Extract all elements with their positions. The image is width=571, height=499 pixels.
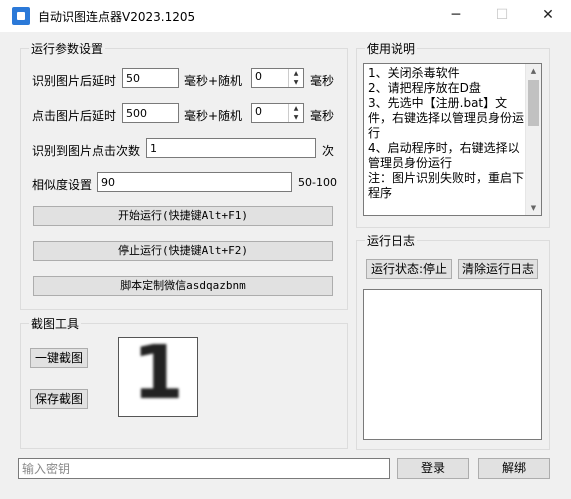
recog-delay-label: 识别图片后延时 bbox=[32, 74, 117, 88]
click-delay-input[interactable]: 500 bbox=[122, 103, 179, 123]
click-count-input[interactable]: 1 bbox=[146, 138, 316, 158]
window-title: 自动识图连点器V2023.1205 bbox=[38, 10, 196, 24]
params-legend: 运行参数设置 bbox=[31, 42, 104, 56]
click-count-label: 识别到图片点击次数 bbox=[32, 144, 141, 158]
ms-label: 毫秒 bbox=[310, 109, 335, 123]
ms-random-label: 毫秒+随机 bbox=[184, 74, 243, 88]
spin-up-icon[interactable]: ▲ bbox=[289, 104, 303, 113]
spinner-arrows[interactable]: ▲ ▼ bbox=[288, 69, 303, 87]
similarity-range-label: 50-100 bbox=[298, 176, 337, 189]
run-status-button[interactable]: 运行状态:停止 bbox=[366, 259, 452, 279]
scroll-up-icon[interactable]: ▲ bbox=[526, 64, 541, 78]
app-icon bbox=[12, 7, 30, 25]
click-random-spinner[interactable]: 0 ▲ ▼ bbox=[251, 103, 304, 123]
log-textarea[interactable] bbox=[363, 289, 542, 440]
preview-digit: 1 bbox=[132, 337, 184, 416]
recog-random-spinner[interactable]: 0 ▲ ▼ bbox=[251, 68, 304, 88]
click-delay-label: 点击图片后延时 bbox=[32, 109, 117, 123]
login-button[interactable]: 登录 bbox=[397, 458, 469, 479]
recog-random-value: 0 bbox=[255, 70, 262, 83]
usage-scrollbar[interactable]: ▲ ▼ bbox=[525, 64, 541, 215]
log-legend: 运行日志 bbox=[367, 234, 416, 248]
similarity-input[interactable]: 90 bbox=[97, 172, 292, 192]
ms-label: 毫秒 bbox=[310, 74, 335, 88]
minimize-button[interactable]: ─ bbox=[433, 0, 479, 32]
spin-down-icon[interactable]: ▼ bbox=[289, 113, 303, 122]
spin-down-icon[interactable]: ▼ bbox=[289, 78, 303, 87]
custom-script-button[interactable]: 脚本定制微信asdqazbnm bbox=[33, 276, 333, 296]
times-unit-label: 次 bbox=[322, 144, 335, 158]
scroll-thumb[interactable] bbox=[528, 80, 539, 126]
click-random-value: 0 bbox=[255, 105, 262, 118]
save-screenshot-button[interactable]: 保存截图 bbox=[30, 389, 88, 409]
ms-random-label: 毫秒+随机 bbox=[184, 109, 243, 123]
maximize-button: ☐ bbox=[495, 7, 509, 23]
recog-delay-input[interactable]: 50 bbox=[122, 68, 179, 88]
usage-textarea[interactable]: 1、关闭杀毒软件 2、请把程序放在D盘 3、先选中【注册.bat】文件，右键选择… bbox=[363, 63, 542, 216]
stop-button[interactable]: 停止运行(快捷键Alt+F2) bbox=[33, 241, 333, 261]
similarity-label: 相似度设置 bbox=[32, 178, 93, 192]
spinner-arrows[interactable]: ▲ ▼ bbox=[288, 104, 303, 122]
unbind-button[interactable]: 解绑 bbox=[478, 458, 550, 479]
screenshot-preview: 1 bbox=[118, 337, 198, 417]
capture-button[interactable]: 一键截图 bbox=[30, 348, 88, 368]
key-input[interactable]: 输入密钥 bbox=[18, 458, 390, 479]
close-button[interactable]: ✕ bbox=[525, 0, 571, 32]
spin-up-icon[interactable]: ▲ bbox=[289, 69, 303, 78]
scroll-down-icon[interactable]: ▼ bbox=[526, 201, 541, 215]
clear-log-button[interactable]: 清除运行日志 bbox=[458, 259, 538, 279]
screenshot-tool-legend: 截图工具 bbox=[31, 317, 80, 331]
start-button[interactable]: 开始运行(快捷键Alt+F1) bbox=[33, 206, 333, 226]
usage-text: 1、关闭杀毒软件 2、请把程序放在D盘 3、先选中【注册.bat】文件，右键选择… bbox=[368, 66, 525, 200]
usage-legend: 使用说明 bbox=[367, 42, 416, 56]
